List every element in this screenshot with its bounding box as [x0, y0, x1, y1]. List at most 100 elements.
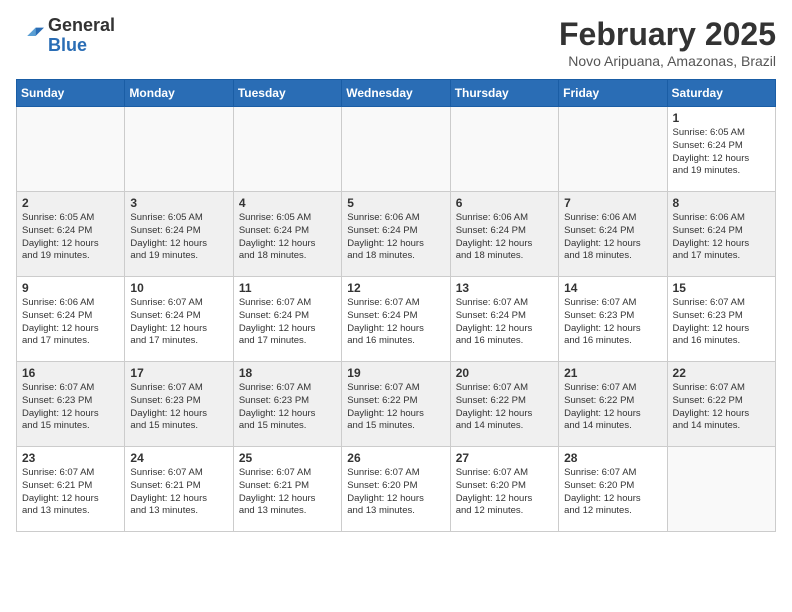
calendar-cell: [17, 107, 125, 192]
calendar-cell: 14Sunrise: 6:07 AM Sunset: 6:23 PM Dayli…: [559, 277, 667, 362]
weekday-header-thursday: Thursday: [450, 80, 558, 107]
calendar-cell: [342, 107, 450, 192]
calendar-cell: 26Sunrise: 6:07 AM Sunset: 6:20 PM Dayli…: [342, 447, 450, 532]
day-number: 10: [130, 281, 227, 295]
day-number: 6: [456, 196, 553, 210]
weekday-header-monday: Monday: [125, 80, 233, 107]
day-info: Sunrise: 6:06 AM Sunset: 6:24 PM Dayligh…: [456, 212, 553, 263]
day-info: Sunrise: 6:07 AM Sunset: 6:23 PM Dayligh…: [239, 382, 336, 433]
weekday-header-friday: Friday: [559, 80, 667, 107]
day-number: 11: [239, 281, 336, 295]
calendar-cell: 13 Sunrise: 6:07 AM Sunset: 6:24 PM Dayli…: [450, 277, 558, 362]
logo-icon: [16, 22, 44, 50]
day-info: Sunrise: 6:07 AM Sunset: 6:23 PM Dayligh…: [22, 382, 119, 433]
calendar-cell: 27 Sunrise: 6:07 AM Sunset: 6:20 PM Dayli…: [450, 447, 558, 532]
day-number: 2: [22, 196, 119, 210]
day-number: 15: [673, 281, 770, 295]
calendar-cell: [559, 107, 667, 192]
day-info: Sunrise: 6:05 AM Sunset: 6:24 PM Dayligh…: [130, 212, 227, 263]
day-number: 5: [347, 196, 444, 210]
calendar-cell: 25Sunrise: 6:07 AM Sunset: 6:21 PM Dayli…: [233, 447, 341, 532]
day-number: 13: [456, 281, 553, 295]
calendar-cell: 4Sunrise: 6:05 AM Sunset: 6:24 PM Daylig…: [233, 192, 341, 277]
day-number: 17: [130, 366, 227, 380]
calendar-cell: 9Sunrise: 6:06 AM Sunset: 6:24 PM Daylig…: [17, 277, 125, 362]
month-title: February 2025: [559, 16, 776, 53]
calendar-week-row: 2 Sunrise: 6:05 AM Sunset: 6:24 PM Daylig…: [17, 192, 776, 277]
day-number: 20: [456, 366, 553, 380]
calendar-cell: 8 Sunrise: 6:06 AM Sunset: 6:24 PM Daylig…: [667, 192, 775, 277]
day-info: Sunrise: 6:07 AM Sunset: 6:23 PM Dayligh…: [130, 382, 227, 433]
weekday-header-wednesday: Wednesday: [342, 80, 450, 107]
weekday-header-row: SundayMondayTuesdayWednesdayThursdayFrid…: [17, 80, 776, 107]
day-info: Sunrise: 6:07 AM Sunset: 6:22 PM Dayligh…: [673, 382, 770, 433]
day-number: 21: [564, 366, 661, 380]
day-number: 26: [347, 451, 444, 465]
day-number: 7: [564, 196, 661, 210]
day-info: Sunrise: 6:06 AM Sunset: 6:24 PM Dayligh…: [673, 212, 770, 263]
calendar-cell: [450, 107, 558, 192]
calendar-table: SundayMondayTuesdayWednesdayThursdayFrid…: [16, 79, 776, 532]
title-block: February 2025 Novo Aripuana, Amazonas, B…: [559, 16, 776, 69]
calendar-cell: 21 Sunrise: 6:07 AM Sunset: 6:22 PM Dayli…: [559, 362, 667, 447]
page-header: General Blue February 2025 Novo Aripuana…: [16, 16, 776, 69]
day-info: Sunrise: 6:07 AM Sunset: 6:22 PM Dayligh…: [564, 382, 661, 433]
calendar-cell: 11 Sunrise: 6:07 AM Sunset: 6:24 PM Dayli…: [233, 277, 341, 362]
day-number: 4: [239, 196, 336, 210]
calendar-cell: 7Sunrise: 6:06 AM Sunset: 6:24 PM Daylig…: [559, 192, 667, 277]
calendar-week-row: 16 Sunrise: 6:07 AM Sunset: 6:23 PM Dayli…: [17, 362, 776, 447]
day-info: Sunrise: 6:07 AM Sunset: 6:22 PM Dayligh…: [456, 382, 553, 433]
day-info: Sunrise: 6:06 AM Sunset: 6:24 PM Dayligh…: [347, 212, 444, 263]
day-info: Sunrise: 6:07 AM Sunset: 6:23 PM Dayligh…: [564, 297, 661, 348]
calendar-cell: 24 Sunrise: 6:07 AM Sunset: 6:21 PM Dayli…: [125, 447, 233, 532]
calendar-cell: 17 Sunrise: 6:07 AM Sunset: 6:23 PM Dayli…: [125, 362, 233, 447]
day-info: Sunrise: 6:07 AM Sunset: 6:21 PM Dayligh…: [130, 467, 227, 518]
day-info: Sunrise: 6:07 AM Sunset: 6:23 PM Dayligh…: [673, 297, 770, 348]
calendar-cell: 16 Sunrise: 6:07 AM Sunset: 6:23 PM Dayli…: [17, 362, 125, 447]
day-number: 24: [130, 451, 227, 465]
weekday-header-tuesday: Tuesday: [233, 80, 341, 107]
day-info: Sunrise: 6:05 AM Sunset: 6:24 PM Dayligh…: [673, 127, 770, 178]
day-info: Sunrise: 6:07 AM Sunset: 6:24 PM Dayligh…: [130, 297, 227, 348]
day-info: Sunrise: 6:07 AM Sunset: 6:24 PM Dayligh…: [239, 297, 336, 348]
calendar-cell: 23Sunrise: 6:07 AM Sunset: 6:21 PM Dayli…: [17, 447, 125, 532]
calendar-cell: [125, 107, 233, 192]
calendar-cell: 28 Sunrise: 6:07 AM Sunset: 6:20 PM Dayli…: [559, 447, 667, 532]
location-subtitle: Novo Aripuana, Amazonas, Brazil: [559, 53, 776, 69]
day-info: Sunrise: 6:07 AM Sunset: 6:20 PM Dayligh…: [564, 467, 661, 518]
calendar-cell: 18 Sunrise: 6:07 AM Sunset: 6:23 PM Dayli…: [233, 362, 341, 447]
day-number: 16: [22, 366, 119, 380]
day-info: Sunrise: 6:07 AM Sunset: 6:24 PM Dayligh…: [456, 297, 553, 348]
day-number: 27: [456, 451, 553, 465]
calendar-week-row: 9Sunrise: 6:06 AM Sunset: 6:24 PM Daylig…: [17, 277, 776, 362]
day-number: 3: [130, 196, 227, 210]
calendar-week-row: 1 Sunrise: 6:05 AM Sunset: 6:24 PM Daylig…: [17, 107, 776, 192]
day-number: 19: [347, 366, 444, 380]
calendar-cell: 22 Sunrise: 6:07 AM Sunset: 6:22 PM Dayli…: [667, 362, 775, 447]
day-info: Sunrise: 6:07 AM Sunset: 6:22 PM Dayligh…: [347, 382, 444, 433]
calendar-header: SundayMondayTuesdayWednesdayThursdayFrid…: [17, 80, 776, 107]
day-number: 12: [347, 281, 444, 295]
day-number: 8: [673, 196, 770, 210]
calendar-cell: 10 Sunrise: 6:07 AM Sunset: 6:24 PM Dayli…: [125, 277, 233, 362]
logo: General Blue: [16, 16, 115, 56]
day-number: 28: [564, 451, 661, 465]
calendar-cell: 15 Sunrise: 6:07 AM Sunset: 6:23 PM Dayli…: [667, 277, 775, 362]
day-number: 9: [22, 281, 119, 295]
day-number: 1: [673, 111, 770, 125]
calendar-week-row: 23Sunrise: 6:07 AM Sunset: 6:21 PM Dayli…: [17, 447, 776, 532]
calendar-cell: [233, 107, 341, 192]
day-number: 18: [239, 366, 336, 380]
day-info: Sunrise: 6:07 AM Sunset: 6:24 PM Dayligh…: [347, 297, 444, 348]
day-info: Sunrise: 6:07 AM Sunset: 6:20 PM Dayligh…: [456, 467, 553, 518]
calendar-cell: 20 Sunrise: 6:07 AM Sunset: 6:22 PM Dayli…: [450, 362, 558, 447]
calendar-body: 1 Sunrise: 6:05 AM Sunset: 6:24 PM Daylig…: [17, 107, 776, 532]
calendar-cell: 5 Sunrise: 6:06 AM Sunset: 6:24 PM Daylig…: [342, 192, 450, 277]
day-info: Sunrise: 6:07 AM Sunset: 6:21 PM Dayligh…: [239, 467, 336, 518]
calendar-cell: 3 Sunrise: 6:05 AM Sunset: 6:24 PM Daylig…: [125, 192, 233, 277]
calendar-cell: 6 Sunrise: 6:06 AM Sunset: 6:24 PM Daylig…: [450, 192, 558, 277]
day-number: 22: [673, 366, 770, 380]
logo-blue-text: Blue: [48, 36, 115, 56]
calendar-cell: 19 Sunrise: 6:07 AM Sunset: 6:22 PM Dayli…: [342, 362, 450, 447]
day-info: Sunrise: 6:07 AM Sunset: 6:21 PM Dayligh…: [22, 467, 119, 518]
